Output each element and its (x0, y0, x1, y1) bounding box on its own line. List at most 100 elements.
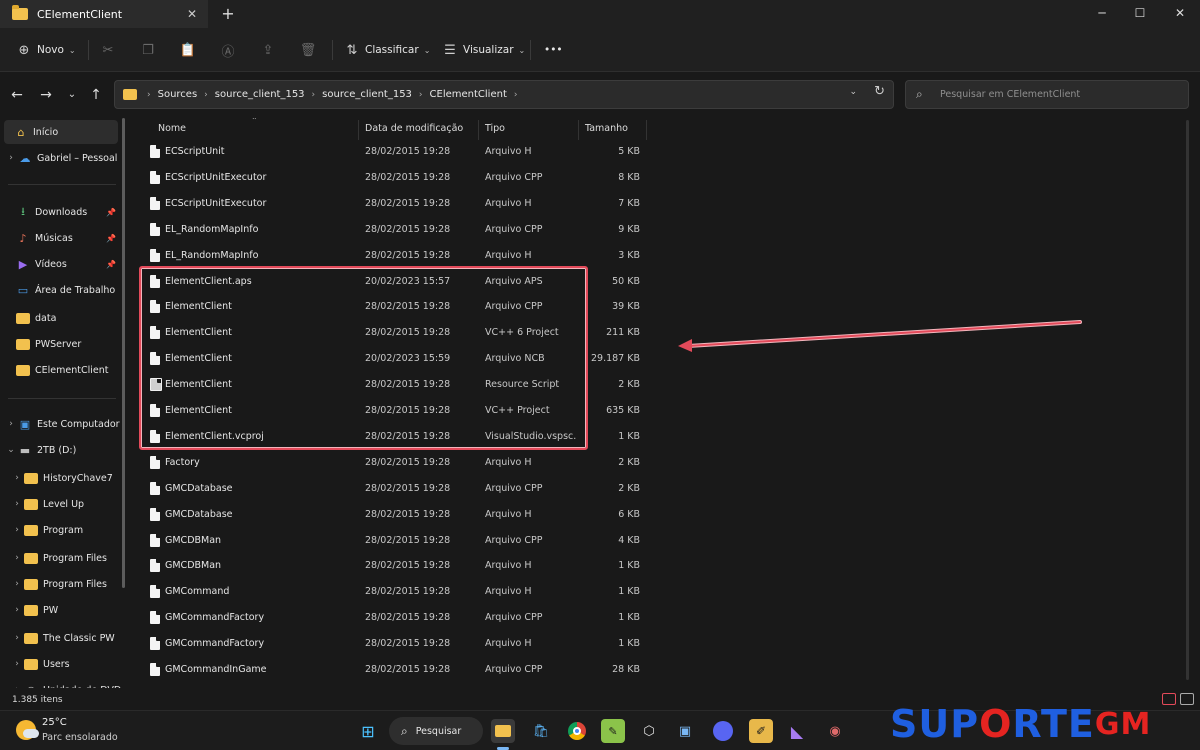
file-list-scrollbar[interactable] (1186, 120, 1189, 680)
sidebar-item-unidade-de-dvd[interactable]: ›◎ Unidade de DVD (0, 678, 122, 689)
sidebar-scrollbar[interactable] (122, 118, 125, 588)
sidebar-item-m-sicas[interactable]: ♪ Músicas 📌 (0, 226, 122, 250)
tab-close-button[interactable]: ✕ (182, 7, 202, 21)
search-input[interactable] (940, 89, 1180, 100)
taskbar-search[interactable]: ⌕ Pesquisar (389, 717, 483, 745)
file-explorer-icon[interactable] (491, 719, 515, 743)
file-row[interactable]: ElementClient 28/02/2015 19:28 Resource Sc… (138, 372, 650, 398)
breadcrumb-item[interactable]: source_client_153 (215, 89, 305, 100)
file-row[interactable]: ECScriptUnit 28/02/2015 19:28 Arquivo H 5 K… (138, 139, 650, 165)
sidebar-item-v-deos[interactable]: ▶ Vídeos 📌 (0, 252, 122, 276)
remote-desktop-icon[interactable]: ▣ (673, 719, 697, 743)
store-icon[interactable]: 🛍 (529, 719, 553, 743)
search-box[interactable]: ⌕ (905, 80, 1189, 109)
weather-temperature[interactable]: 25°C (42, 717, 67, 728)
sidebar-item-program-files[interactable]: › Program Files (0, 572, 122, 596)
new-tab-button[interactable]: + (218, 4, 238, 24)
chevron-right-icon[interactable]: › (10, 633, 24, 643)
tiles-view-icon[interactable] (1180, 693, 1194, 705)
sidebar-item-gabriel-pessoal[interactable]: › ☁ Gabriel – Pessoal (0, 146, 122, 170)
file-row[interactable]: EL_RandomMapInfo 28/02/2015 19:28 Arquivo … (138, 243, 650, 269)
sidebar-item-2tb-d[interactable]: ⌄ ▬ 2TB (D:) (0, 438, 122, 462)
column-divider[interactable] (646, 120, 647, 140)
chrome-icon[interactable] (565, 719, 589, 743)
file-row[interactable]: GMCommandFactory 28/02/2015 19:28 Arquivo … (138, 631, 650, 657)
details-view-icon[interactable] (1162, 693, 1176, 705)
sidebar-item-level-up[interactable]: › Level Up (0, 492, 122, 516)
chevron-right-icon[interactable]: › (10, 525, 24, 535)
up-arrow-icon[interactable]: ↑ (85, 84, 107, 106)
sort-button[interactable]: ⇅ Classificar ⌄ (344, 39, 431, 61)
file-row[interactable]: ElementClient.vcproj 28/02/2015 19:28 Visu… (138, 424, 650, 450)
back-arrow-icon[interactable]: ← (6, 84, 28, 106)
delete-button[interactable]: 🗑 (300, 39, 321, 61)
file-row[interactable]: ElementClient.aps 20/02/2023 15:57 Arquivo… (138, 269, 650, 295)
file-row[interactable]: GMCDatabase 28/02/2015 19:28 Arquivo H 6 KB (138, 502, 650, 528)
minimize-button[interactable]: ─ (1082, 0, 1122, 28)
notepad-plus-icon[interactable]: ✎ (601, 719, 625, 743)
share-button[interactable]: ⇪ (260, 39, 281, 61)
visual-studio-icon[interactable]: ◣ (785, 719, 809, 743)
file-row[interactable]: GMCDatabase 28/02/2015 19:28 Arquivo CPP 2 … (138, 476, 650, 502)
file-row[interactable]: GMCDBMan 28/02/2015 19:28 Arquivo CPP 4 KB (138, 528, 650, 554)
sidebar-item-rea-de-trabalho[interactable]: ▭ Área de Trabalho (0, 278, 122, 302)
sidebar-item-in-cio[interactable]: ⌂ Início (4, 120, 118, 144)
weather-description[interactable]: Parc ensolarado (42, 732, 118, 743)
breadcrumb-item[interactable]: CElementClient (430, 89, 507, 100)
column-header-modified[interactable]: Data de modificação (365, 118, 463, 140)
sidebar-item-program-files[interactable]: › Program Files (0, 546, 122, 570)
chevron-down-icon[interactable]: ⌄ (4, 445, 18, 455)
chevron-right-icon[interactable]: › (4, 419, 18, 429)
file-row[interactable]: ElementClient 28/02/2015 19:28 VC++ 6 Proj… (138, 320, 650, 346)
sidebar-item-users[interactable]: › Users (0, 652, 122, 676)
copy-button[interactable]: ❐ (140, 39, 161, 61)
sidebar-item-celementclient[interactable]: CElementClient (0, 358, 122, 382)
column-header-name[interactable]: Nome (158, 118, 186, 140)
chevron-right-icon[interactable]: › (10, 473, 24, 483)
maximize-button[interactable]: ☐ (1120, 0, 1160, 28)
chevron-right-icon[interactable]: › (10, 553, 24, 563)
chevron-right-icon[interactable]: › (10, 605, 24, 615)
sidebar-item-program[interactable]: › Program (0, 518, 122, 542)
paste-button[interactable]: 📋 (180, 39, 201, 61)
sidebar-item-pw[interactable]: › PW (0, 598, 122, 622)
chevron-down-icon[interactable]: ⌄ (849, 87, 857, 97)
address-bar[interactable]: › Sources › source_client_153 › source_c… (114, 80, 894, 109)
view-button[interactable]: ☰ Visualizar ⌄ (442, 39, 525, 61)
new-button[interactable]: ⊕ Novo ⌄ (16, 39, 76, 61)
breadcrumb-item[interactable]: source_client_153 (322, 89, 412, 100)
chevron-right-icon[interactable]: › (4, 153, 18, 163)
sidebar-item-downloads[interactable]: ⭳ Downloads 📌 (0, 200, 122, 224)
forward-arrow-icon[interactable]: → (35, 84, 57, 106)
file-row[interactable]: GMCommandInGame 28/02/2015 19:28 Arquivo C… (138, 657, 650, 683)
close-window-button[interactable]: ✕ (1160, 0, 1200, 28)
column-divider[interactable] (578, 120, 579, 140)
file-row[interactable]: ElementClient 20/02/2023 15:59 Arquivo NCB… (138, 346, 650, 372)
file-row[interactable]: ECScriptUnitExecutor 28/02/2015 19:28 Arqu… (138, 165, 650, 191)
sidebar-item-historychave7[interactable]: › HistoryChave7 (0, 466, 122, 490)
refresh-icon[interactable]: ↻ (874, 84, 885, 99)
chevron-right-icon[interactable]: › (10, 685, 24, 688)
sidebar-item-este-computador[interactable]: › ▣ Este Computador (0, 412, 122, 436)
weather-icon[interactable] (16, 720, 39, 740)
virtualbox-icon[interactable]: ⬡ (637, 719, 661, 743)
chevron-right-icon[interactable]: › (10, 499, 24, 509)
sidebar-item-the-classic-pw[interactable]: › The Classic PW (0, 626, 122, 650)
chevron-right-icon[interactable]: › (10, 579, 24, 589)
recent-chevron-icon[interactable]: ⌄ (61, 84, 83, 106)
editor-icon[interactable]: ✐ (749, 719, 773, 743)
chevron-right-icon[interactable]: › (10, 659, 24, 669)
file-row[interactable]: EL_RandomMapInfo 28/02/2015 19:28 Arquivo … (138, 217, 650, 243)
column-header-type[interactable]: Tipo (485, 118, 505, 140)
column-divider[interactable] (358, 120, 359, 140)
column-header-size[interactable]: Tamanho (585, 118, 628, 140)
file-row[interactable]: Factory 28/02/2015 19:28 Arquivo H 2 KB (138, 450, 650, 476)
file-row[interactable]: ECScriptUnitExecutor 28/02/2015 19:28 Arqu… (138, 191, 650, 217)
column-divider[interactable] (478, 120, 479, 140)
window-tab[interactable]: CElementClient ✕ (0, 0, 208, 28)
start-menu-icon[interactable]: ⊞ (356, 719, 380, 743)
discord-icon[interactable] (711, 719, 735, 743)
rename-button[interactable]: Ⓐ (220, 39, 241, 61)
file-row[interactable]: ElementClient 28/02/2015 19:28 Arquivo CPP… (138, 294, 650, 320)
file-row[interactable]: GMCDBMan 28/02/2015 19:28 Arquivo H 1 KB (138, 553, 650, 579)
